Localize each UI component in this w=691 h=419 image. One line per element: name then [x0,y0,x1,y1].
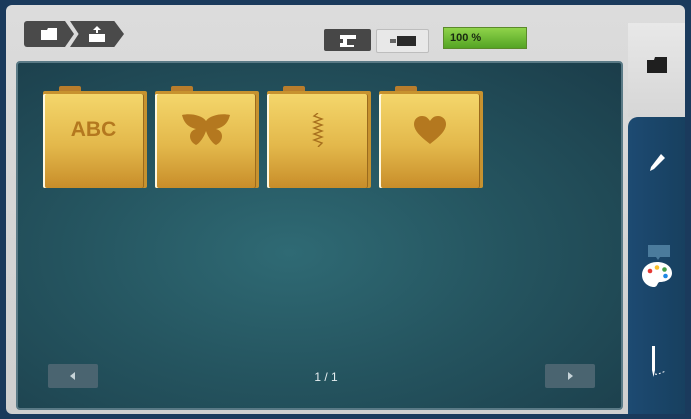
progress-label: 100 % [450,32,482,44]
sidebar-item-files[interactable] [628,50,685,80]
sidebar-item-color[interactable] [628,243,685,289]
breadcrumb-root[interactable] [24,21,74,47]
sewing-machine-icon [339,35,356,47]
pencil-icon [649,154,665,171]
color-palette-icon [641,245,672,287]
sewing-mode-button[interactable] [324,29,371,51]
next-page-button[interactable] [545,364,595,388]
sidebar-item-needle[interactable] [628,342,685,382]
arrow-right-icon [568,372,573,380]
needle-thread-icon [651,346,666,377]
butterfly-icon [181,114,230,145]
page-indicator: 1 / 1 [314,370,338,384]
folder-icon [41,28,57,40]
folder-butterfly[interactable] [155,86,259,188]
folder-abc[interactable]: ABC [43,86,147,188]
zigzag-stitch-icon [311,113,324,147]
heart-icon [413,116,446,144]
arrow-left-icon [70,372,75,380]
folder-heart[interactable] [379,86,483,188]
sidebar-item-edit[interactable] [628,148,685,178]
folder-icon [646,57,667,73]
upload-folder-icon [89,26,105,42]
folder-stitch[interactable] [267,86,371,188]
embroidery-unit-icon [389,36,416,46]
embroidery-mode-button[interactable] [376,29,429,53]
prev-page-button[interactable] [48,364,98,388]
folder-abc-label: ABC [70,118,117,141]
memory-progress-bar: 100 % [443,27,527,49]
